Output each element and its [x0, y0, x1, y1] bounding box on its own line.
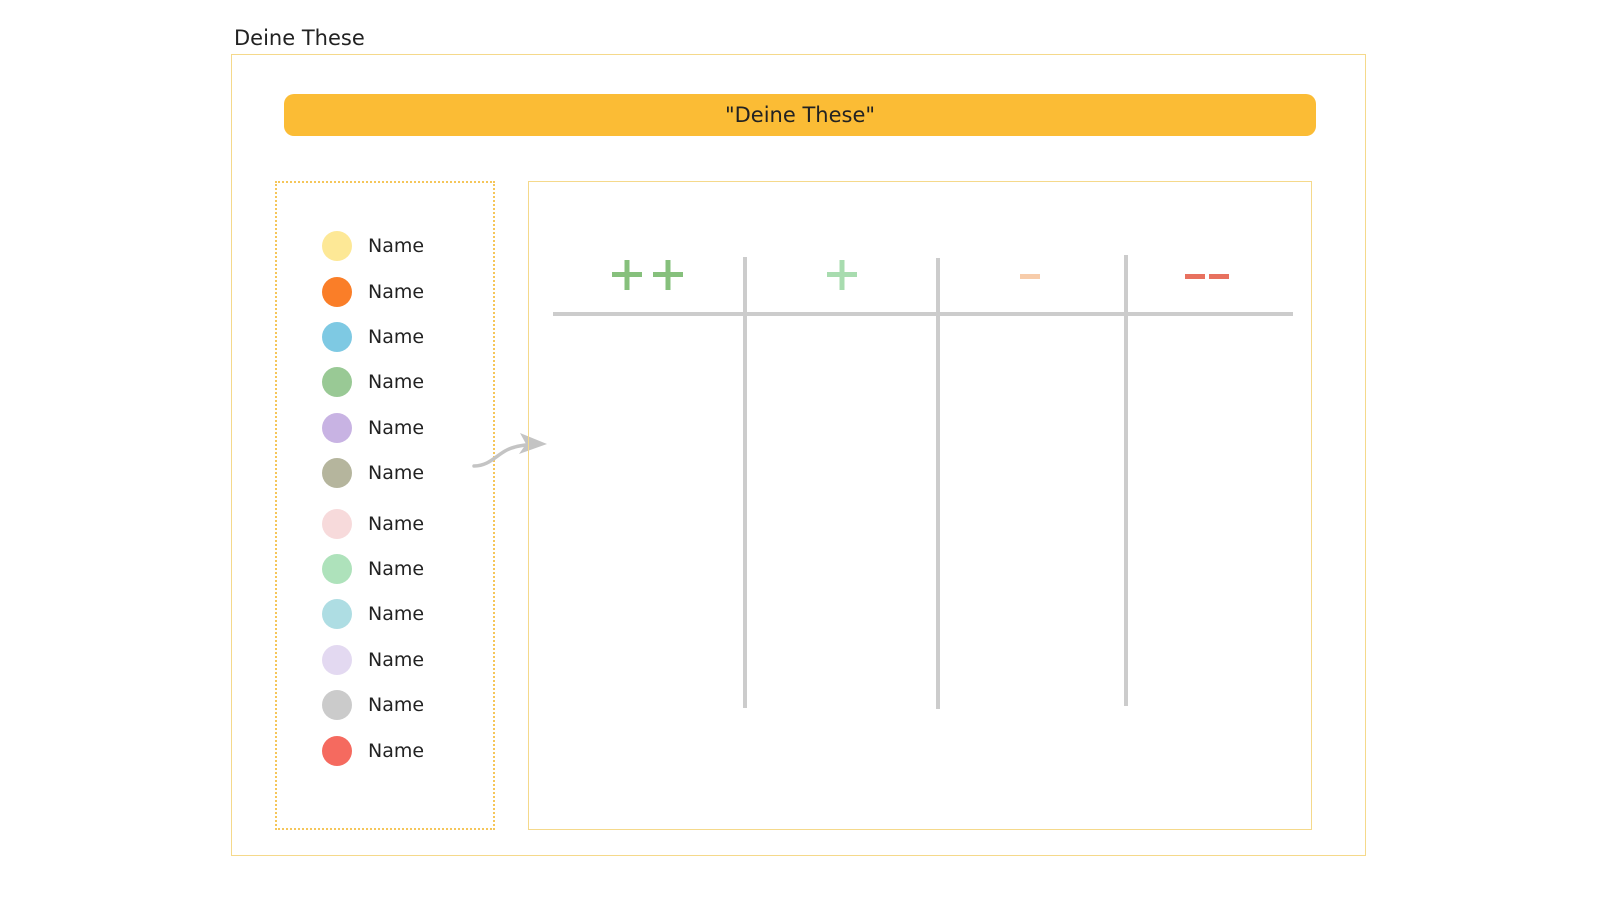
legend-item: Name: [322, 509, 424, 539]
color-dot-icon: [322, 322, 352, 352]
color-dot-icon: [322, 458, 352, 488]
rating-grid: [553, 255, 1293, 709]
participant-legend: Name Name Name Name Name Name Name Name …: [275, 181, 495, 830]
legend-item: Name: [322, 367, 424, 397]
color-dot-icon: [322, 554, 352, 584]
minus-icon: [1020, 274, 1040, 279]
rating-board: [528, 181, 1312, 830]
legend-item: Name: [322, 458, 424, 488]
legend-item-label: Name: [368, 462, 425, 484]
color-dot-icon: [322, 509, 352, 539]
legend-item: Name: [322, 277, 424, 307]
legend-item-label: Name: [368, 558, 425, 580]
plus-icon: [827, 260, 857, 290]
legend-item-label: Name: [368, 649, 425, 671]
color-dot-icon: [322, 231, 352, 261]
legend-item: Name: [322, 322, 424, 352]
legend-item: Name: [322, 736, 424, 766]
thesis-banner: "Deine These": [284, 94, 1316, 136]
legend-item-label: Name: [368, 371, 425, 393]
legend-item: Name: [322, 645, 424, 675]
legend-item: Name: [322, 413, 424, 443]
legend-item-label: Name: [368, 417, 425, 439]
legend-item-label: Name: [368, 281, 425, 303]
color-dot-icon: [322, 367, 352, 397]
color-dot-icon: [322, 599, 352, 629]
legend-item-label: Name: [368, 603, 425, 625]
color-dot-icon: [322, 277, 352, 307]
color-dot-icon: [322, 645, 352, 675]
color-dot-icon: [322, 690, 352, 720]
legend-item-label: Name: [368, 326, 425, 348]
page-title: Deine These: [234, 26, 365, 50]
color-dot-icon: [322, 736, 352, 766]
color-dot-icon: [322, 413, 352, 443]
legend-item: Name: [322, 599, 424, 629]
double-plus-icon: [612, 260, 683, 290]
legend-item-label: Name: [368, 235, 425, 257]
legend-item: Name: [322, 690, 424, 720]
legend-item-label: Name: [368, 513, 425, 535]
legend-item-label: Name: [368, 740, 425, 762]
legend-item-label: Name: [368, 694, 425, 716]
legend-item: Name: [322, 554, 424, 584]
legend-item: Name: [322, 231, 424, 261]
thesis-banner-text: "Deine These": [724, 103, 876, 127]
double-minus-icon: [1185, 274, 1229, 279]
